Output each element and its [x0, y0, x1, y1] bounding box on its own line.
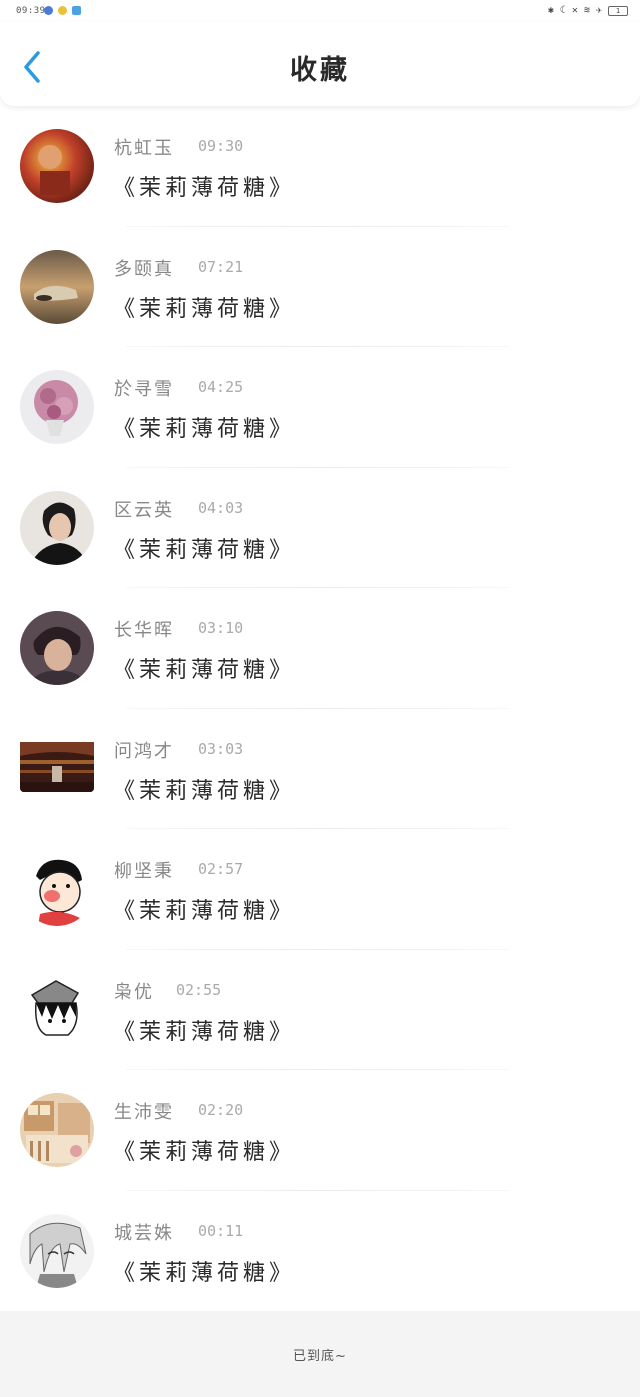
wifi-icon: ≋ [583, 5, 590, 16]
battery-icon: 1 [608, 5, 628, 16]
timestamp: 02:55 [176, 980, 222, 999]
song-title: 《茉莉薄荷糖》 [113, 537, 296, 563]
list-item[interactable]: 枭优 02:55 《茉莉薄荷糖》 [0, 950, 640, 1070]
avatar [20, 611, 94, 685]
timestamp: 03:10 [198, 619, 244, 637]
song-title: 《茉莉薄荷糖》 [113, 1260, 296, 1286]
song-title: 《茉莉薄荷糖》 [113, 417, 296, 442]
status-bar: 09:39 ✱ ☾ ✕ ≋ ✈ 1 [0, 0, 640, 22]
avatar [20, 370, 94, 444]
username: 於寻雪 [114, 379, 174, 400]
notification-icons [44, 6, 81, 15]
avatar [20, 1093, 94, 1167]
app-notification-icon [72, 6, 81, 15]
timestamp: 02:57 [198, 860, 244, 878]
username: 生沛雯 [114, 1102, 174, 1123]
song-title: 《茉莉薄荷糖》 [113, 899, 296, 924]
timestamp: 03:03 [198, 739, 244, 758]
avatar [20, 1213, 94, 1288]
favorites-list: 杭虹玉 09:30 《茉莉薄荷糖》 多颐真 07:21 《茉莉薄荷糖》 於寻雪 … [0, 106, 640, 1311]
username: 长华晖 [114, 620, 174, 641]
moon-icon: ☾ [559, 5, 566, 16]
username: 柳坚秉 [114, 861, 174, 882]
timestamp: 02:20 [198, 1101, 244, 1119]
airplane-icon: ✈ [595, 5, 602, 16]
username: 杭虹玉 [114, 138, 174, 159]
avatar [20, 852, 94, 926]
username: 枭优 [114, 981, 154, 1003]
list-item[interactable]: 多颐真 07:21 《茉莉薄荷糖》 [0, 227, 640, 347]
avatar [20, 249, 94, 324]
list-item[interactable]: 於寻雪 04:25 《茉莉薄荷糖》 [0, 347, 640, 468]
app-notification-icon [58, 6, 67, 15]
timestamp: 09:30 [198, 137, 244, 155]
avatar [20, 972, 94, 1047]
timestamp: 00:11 [198, 1221, 244, 1240]
list-footer: 已到底~ [0, 1311, 640, 1397]
song-title: 《茉莉薄荷糖》 [113, 1140, 296, 1165]
app-notification-icon [44, 6, 53, 15]
song-title: 《茉莉薄荷糖》 [113, 778, 296, 804]
list-item[interactable]: 长华晖 03:10 《茉莉薄荷糖》 [0, 588, 640, 709]
list-item[interactable]: 问鸿才 03:03 《茉莉薄荷糖》 [0, 709, 640, 829]
username: 城芸姝 [114, 1222, 174, 1244]
status-time: 09:39 [16, 6, 46, 16]
song-title: 《茉莉薄荷糖》 [113, 176, 296, 201]
song-title: 《茉莉薄荷糖》 [113, 1019, 296, 1045]
username: 问鸿才 [114, 740, 174, 762]
list-item[interactable]: 区云英 04:03 《茉莉薄荷糖》 [0, 468, 640, 588]
list-item[interactable]: 城芸姝 00:11 《茉莉薄荷糖》 [0, 1191, 640, 1312]
timestamp: 04:03 [198, 498, 244, 517]
bluetooth-icon: ✱ [547, 5, 554, 16]
song-title: 《茉莉薄荷糖》 [113, 296, 296, 322]
list-item[interactable]: 生沛雯 02:20 《茉莉薄荷糖》 [0, 1070, 640, 1191]
song-title: 《茉莉薄荷糖》 [113, 658, 296, 683]
avatar [20, 490, 94, 565]
timestamp: 04:25 [198, 378, 244, 396]
page-title: 收藏 [290, 55, 350, 86]
system-icons: ✱ ☾ ✕ ≋ ✈ 1 [548, 5, 628, 16]
timestamp: 07:21 [198, 257, 244, 276]
list-item[interactable]: 柳坚秉 02:57 《茉莉薄荷糖》 [0, 829, 640, 950]
end-of-list-text: 已到底~ [293, 1349, 347, 1364]
mute-icon: ✕ [571, 5, 578, 16]
header: 收藏 [0, 22, 640, 106]
username: 区云英 [114, 499, 174, 521]
list-item[interactable]: 杭虹玉 09:30 《茉莉薄荷糖》 [0, 106, 640, 227]
avatar [20, 129, 94, 203]
avatar [20, 741, 94, 792]
username: 多颐真 [114, 258, 174, 280]
